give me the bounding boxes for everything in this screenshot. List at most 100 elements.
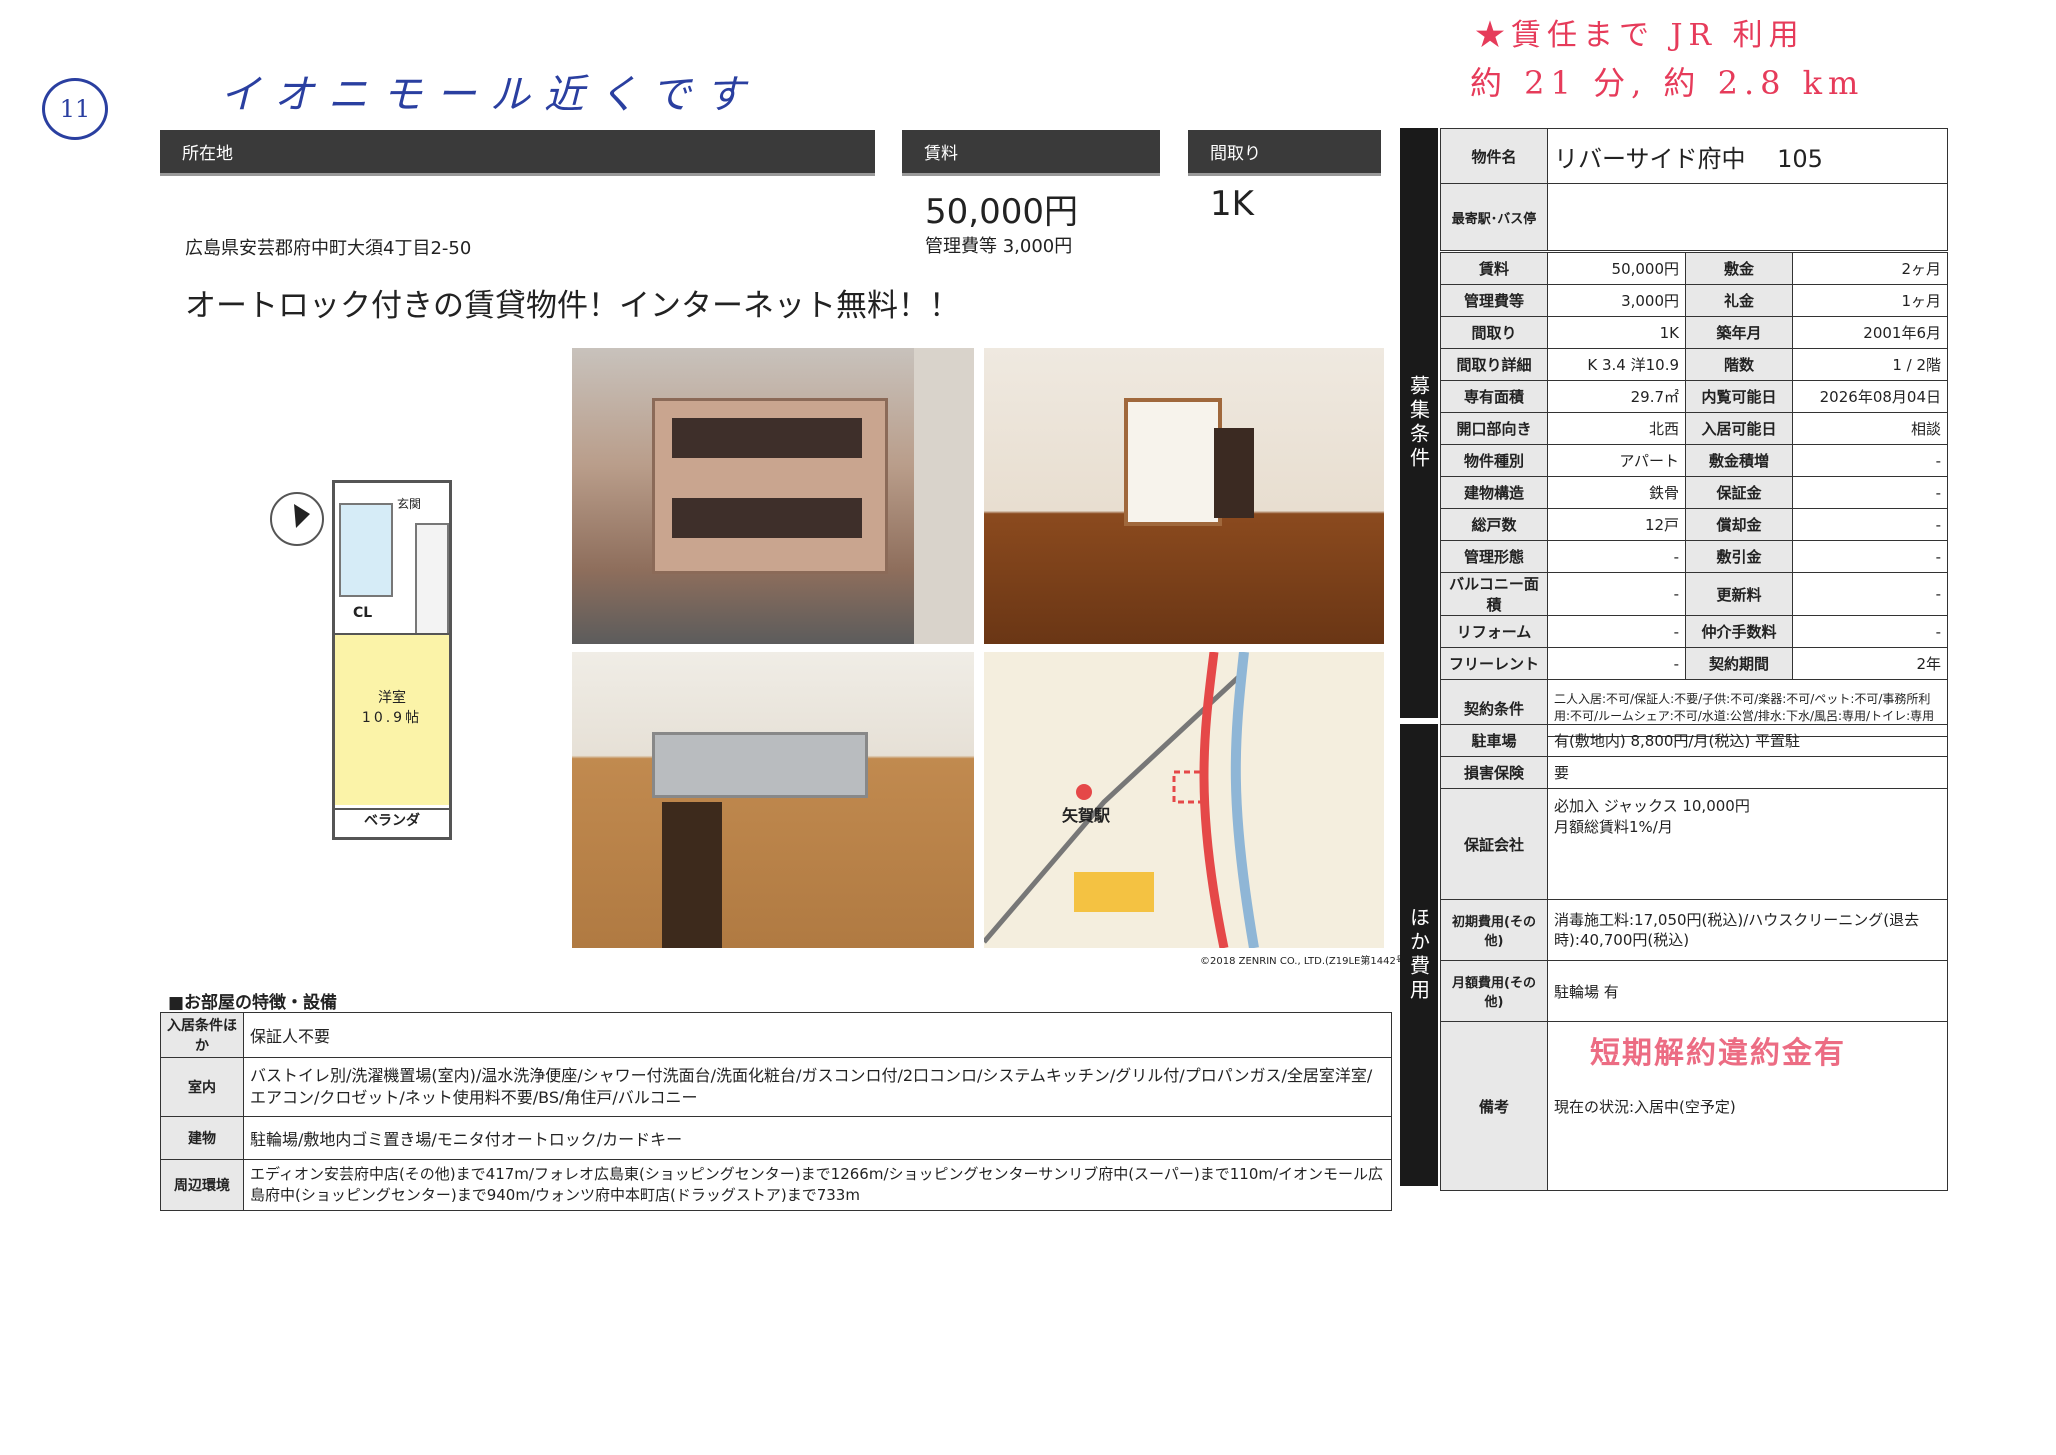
- penalty-stamp: 短期解約違約金有: [1590, 1036, 1846, 1071]
- handwritten-note: イオニモール近くです: [220, 72, 759, 118]
- room-label: 洋室: [378, 690, 406, 706]
- rent-value: 50,000円: [925, 192, 1078, 232]
- spec-value: -: [1546, 572, 1687, 616]
- spec-label: 間取り詳細: [1440, 348, 1548, 381]
- spec-value: -: [1792, 615, 1948, 648]
- spec-value: 2ヶ月: [1792, 252, 1948, 285]
- spec-value: 相談: [1792, 412, 1948, 445]
- spec-table: 賃料 50,000円 敷金 2ヶ月 管理費等 3,000円 礼金 1ヶ月 間取り 1K 築年月 200…: [1440, 252, 1948, 737]
- floor-plan: 玄関 CL 洋室 10.9帖 ベランダ: [332, 480, 452, 840]
- spec-row: リフォーム - 仲介手数料 -: [1440, 615, 1948, 648]
- spec-row: 間取り詳細 K 3.4 洋10.9 階数 1 / 2階: [1440, 348, 1948, 381]
- spec-row: 物件種別 アパート 敷金積増 -: [1440, 444, 1948, 477]
- spec-label: 賃料: [1440, 252, 1548, 285]
- bath-area: [339, 503, 393, 597]
- spec-row: 管理費等 3,000円 礼金 1ヶ月: [1440, 284, 1948, 317]
- spec-label: 入居可能日: [1685, 412, 1794, 445]
- spec-label: 建物構造: [1440, 476, 1548, 509]
- spec-label: 階数: [1685, 348, 1794, 381]
- property-name-table: 物件名 リバーサイド府中 105 最寄駅･バス停: [1440, 128, 1948, 251]
- features-interior: バストイレ別/洗濯機置場(室内)/温水洗浄便座/シャワー付洗面台/洗面化粧台/ガ…: [243, 1057, 1392, 1117]
- kitchen-photo: [572, 652, 974, 948]
- genkan-label: 玄関: [397, 497, 422, 511]
- spec-label: 償却金: [1685, 508, 1794, 541]
- spec-label: 更新料: [1685, 572, 1794, 616]
- spec-value: 12戸: [1546, 508, 1687, 541]
- spec-row: 総戸数 12戸 償却金 -: [1440, 508, 1948, 541]
- spec-row: 専有面積 29.7㎡ 内覧可能日 2026年08月04日: [1440, 380, 1948, 413]
- layout-header: 間取り: [1188, 130, 1381, 176]
- spec-value: 3,000円: [1546, 284, 1687, 317]
- spec-row: 間取り 1K 築年月 2001年6月: [1440, 316, 1948, 349]
- property-name: リバーサイド府中 105: [1547, 128, 1948, 184]
- spec-label: 開口部向き: [1440, 412, 1548, 445]
- nearest-station: [1547, 183, 1948, 251]
- features-table: 入居条件ほか 保証人不要 室内 バストイレ別/洗濯機置場(室内)/温水洗浄便座/…: [160, 1012, 1392, 1211]
- spec-value: 50,000円: [1546, 252, 1687, 285]
- layout-value: 1K: [1210, 184, 1254, 224]
- spec-value: アパート: [1546, 444, 1687, 477]
- spec-label: 管理形態: [1440, 540, 1548, 573]
- closet-label: CL: [353, 605, 373, 621]
- spec-label: 契約期間: [1685, 647, 1794, 680]
- spec-value: 2年: [1792, 647, 1948, 680]
- spec-row: 開口部向き 北西 入居可能日 相談: [1440, 412, 1948, 445]
- spec-value: 2001年6月: [1792, 316, 1948, 349]
- building-photo: [572, 348, 974, 644]
- management-fee: 管理費等 3,000円: [925, 236, 1073, 257]
- spec-value: 鉄骨: [1546, 476, 1687, 509]
- spec-value: 2026年08月04日: [1792, 380, 1948, 413]
- spec-value: -: [1792, 572, 1948, 616]
- other-costs-table: 駐車場 有(敷地内) 8,800円/月(税込) 平置駐 損害保険要 保証会社 必加入…: [1440, 724, 1948, 1191]
- kitchen-area: [415, 523, 449, 637]
- spec-row: フリーレント - 契約期間 2年: [1440, 647, 1948, 680]
- spec-value: 1 / 2階: [1792, 348, 1948, 381]
- circled-number: 11: [42, 78, 108, 140]
- spec-value: -: [1792, 476, 1948, 509]
- veranda-label: ベランダ: [335, 808, 449, 830]
- spec-label: フリーレント: [1440, 647, 1548, 680]
- interior-photo: [984, 348, 1384, 644]
- spec-label: 礼金: [1685, 284, 1794, 317]
- spec-label: 間取り: [1440, 316, 1548, 349]
- address: 広島県安芸郡府中町大須4丁目2-50: [185, 238, 472, 259]
- spec-value: -: [1546, 540, 1687, 573]
- spec-row: 管理形態 - 敷引金 -: [1440, 540, 1948, 573]
- spec-value: -: [1792, 508, 1948, 541]
- spec-label: 保証金: [1685, 476, 1794, 509]
- location-header: 所在地: [160, 130, 875, 176]
- spec-label: 内覧可能日: [1685, 380, 1794, 413]
- spec-label: 専有面積: [1440, 380, 1548, 413]
- map-copyright: ©2018 ZENRIN CO., LTD.(Z19LE第1442号): [1200, 956, 1410, 967]
- spec-value: -: [1792, 540, 1948, 573]
- spec-row: 賃料 50,000円 敷金 2ヶ月: [1440, 252, 1948, 285]
- spec-label: 敷金: [1685, 252, 1794, 285]
- catchcopy: オートロック付きの賃貸物件！インターネット無料！！: [185, 288, 960, 324]
- spec-label: 敷金積増: [1685, 444, 1794, 477]
- room-size: 10.9帖: [361, 710, 423, 726]
- spec-row: 建物構造 鉄骨 保証金 -: [1440, 476, 1948, 509]
- spec-label: 仲介手数料: [1685, 615, 1794, 648]
- handwritten-access-line2: 約 21 分, 約 2.8 km: [1470, 64, 1865, 102]
- spec-row: バルコニー面積 - 更新料 -: [1440, 572, 1948, 616]
- spec-label: 管理費等: [1440, 284, 1548, 317]
- spec-value: 29.7㎡: [1546, 380, 1687, 413]
- spec-value: K 3.4 洋10.9: [1546, 348, 1687, 381]
- recruit-side-label: 募集条件: [1400, 128, 1438, 718]
- map-station-label: 矢賀駅: [1062, 806, 1111, 825]
- rent-header: 賃料: [902, 130, 1160, 176]
- spec-label: リフォーム: [1440, 615, 1548, 648]
- area-map: 矢賀駅: [984, 652, 1384, 948]
- spec-value: -: [1546, 615, 1687, 648]
- compass-icon: [270, 492, 324, 546]
- spec-value: 1K: [1546, 316, 1687, 349]
- other-side-label: ほか費用: [1400, 724, 1438, 1186]
- room-area: 洋室 10.9帖: [335, 633, 449, 805]
- handwritten-access-line1: ★賃任まで JR 利用: [1475, 18, 1805, 53]
- spec-label: バルコニー面積: [1440, 572, 1548, 616]
- spec-label: 総戸数: [1440, 508, 1548, 541]
- spec-value: -: [1792, 444, 1948, 477]
- spec-label: 物件種別: [1440, 444, 1548, 477]
- spec-value: 北西: [1546, 412, 1687, 445]
- spec-value: 1ヶ月: [1792, 284, 1948, 317]
